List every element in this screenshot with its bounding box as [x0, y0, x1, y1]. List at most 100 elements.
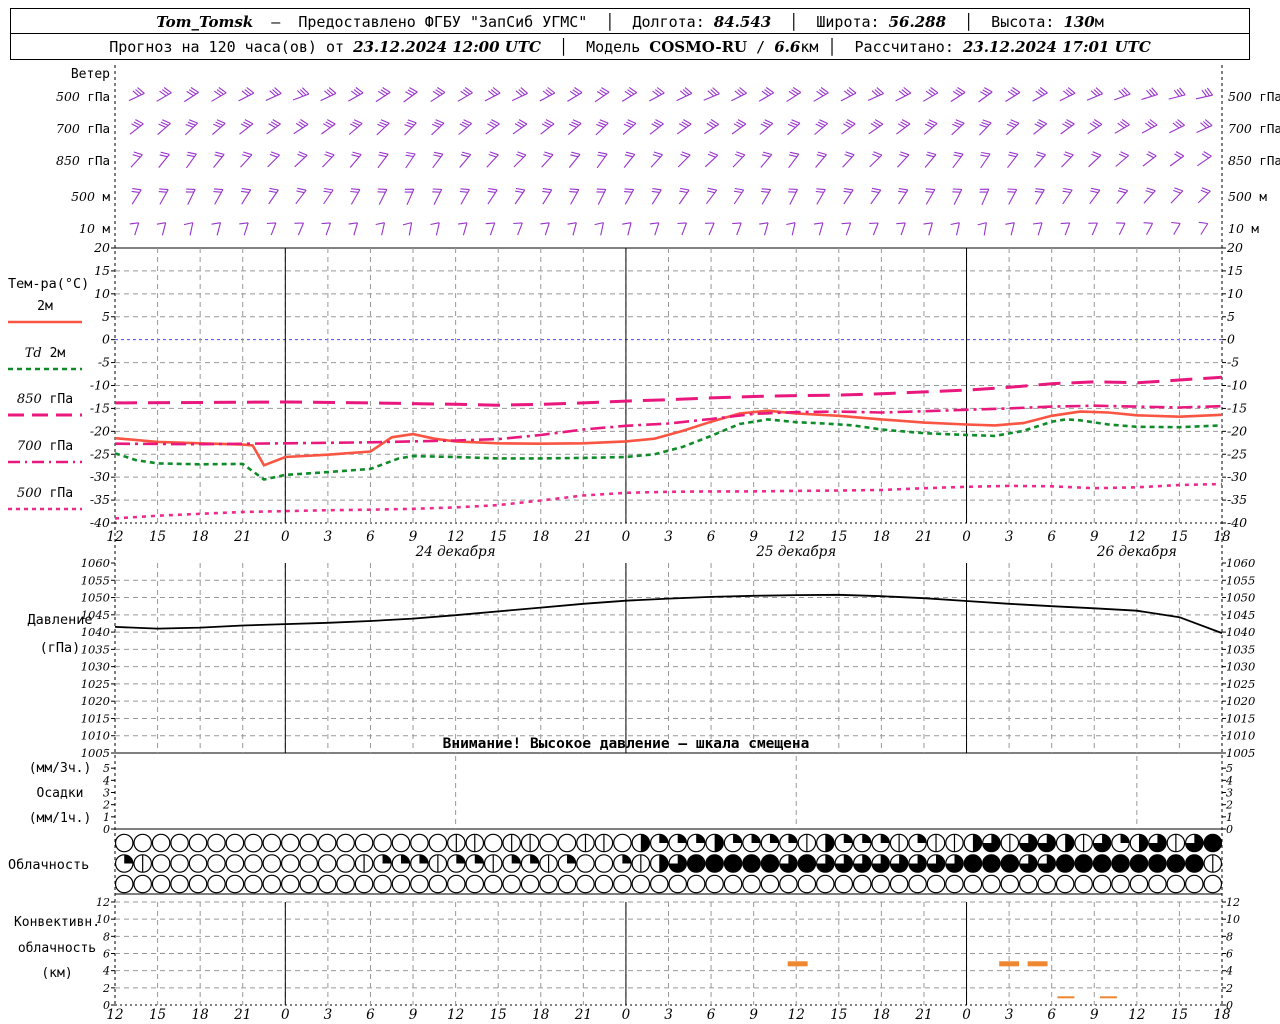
wind-barb: [432, 151, 444, 169]
convective-cloud-bar: [1057, 996, 1075, 999]
wind-barb: [295, 187, 307, 205]
cloud-cover-symbol: [945, 874, 964, 894]
convective-panel-label-2: облачность: [18, 941, 96, 956]
wind-panel-title: Ветер: [71, 67, 110, 82]
pressure-ytick-left: 1010: [81, 729, 110, 743]
wind-barb: [841, 222, 852, 236]
forecast-label: Прогноз на 120 часа(ов) от: [109, 37, 354, 56]
wind-barb: [158, 151, 170, 168]
cloud-symbol-row: [114, 854, 1223, 873]
cloud-cover-symbol: [797, 874, 817, 894]
cloud-cover-symbol: [1129, 854, 1149, 873]
wind-barb: [1141, 87, 1159, 101]
temp-ytick-left: -30: [90, 469, 110, 484]
bottom-xtick-label: 3: [324, 1007, 333, 1023]
cloud-cover-symbol: [723, 874, 743, 894]
wind-barb: [1007, 188, 1018, 205]
cloud-cover-symbol: [1111, 854, 1130, 873]
separator: │: [605, 12, 615, 31]
wind-barb: [348, 119, 363, 135]
bottom-xtick-label: 9: [409, 1007, 418, 1023]
bottom-xtick-label: 21: [914, 1007, 932, 1023]
wind-barb: [624, 188, 635, 205]
cloud-cover-symbol: [649, 874, 669, 894]
wind-barb: [1005, 222, 1015, 236]
wind-barb: [1086, 87, 1103, 101]
wind-barb: [157, 119, 171, 136]
temp-ytick-left: 15: [94, 263, 110, 278]
temp-xtick-label: 15: [490, 529, 507, 545]
cloud-cover-symbol: [225, 874, 245, 894]
temp-ytick-left: 20: [93, 240, 110, 255]
cloud-cover-symbol: [188, 833, 208, 853]
convective-ytick-right: 6: [1226, 948, 1233, 961]
wind-barb: [896, 151, 910, 168]
wind-barb: [211, 87, 227, 102]
wind-barb: [979, 119, 992, 136]
bottom-xtick-label: 18: [192, 1007, 210, 1023]
cloud-cover-symbol: [594, 874, 614, 894]
wind-barb: [512, 119, 528, 135]
bottom-xtick-label: 9: [749, 1007, 758, 1023]
legend-entry: Td 2м: [25, 346, 66, 361]
cloud-octa-fill: [825, 834, 834, 852]
station-name: Tom_Tomsk: [156, 12, 254, 31]
wind-barb: [952, 151, 964, 169]
wind-level-label-right: 10 м: [1228, 221, 1259, 236]
wind-barb: [678, 187, 690, 205]
wind-barb: [266, 119, 281, 135]
wind-barb: [1115, 151, 1130, 167]
temp-ytick-right: -5: [1227, 355, 1239, 370]
wind-barb: [238, 87, 255, 102]
cloud-octa-fill: [567, 854, 576, 864]
cloud-octa-fill: [862, 834, 871, 843]
wind-barb: [731, 119, 747, 135]
precip-ytick-right: 1: [1226, 811, 1233, 824]
cloud-cover-symbol: [613, 833, 632, 853]
wind-barb: [950, 222, 960, 236]
cloud-octa-fill: [1138, 834, 1148, 852]
precip-panel-label: Осадки: [37, 786, 84, 801]
wind-level-label-left: 850 гПа: [56, 153, 110, 168]
wind-barb: [650, 151, 663, 168]
cloud-cover-symbol: [280, 854, 300, 873]
wind-barb: [952, 188, 963, 205]
precip-unit-3h-label: (мм/3ч.): [29, 761, 92, 776]
wind-barb: [705, 222, 715, 236]
temp-xtick-label: 15: [830, 529, 847, 545]
cloud-cover-symbol: [852, 874, 872, 894]
wind-barb: [484, 87, 501, 102]
latitude-label: Широта:: [798, 12, 889, 31]
wind-barb: [377, 188, 388, 205]
pressure-ytick-left: 1035: [81, 642, 110, 656]
pressure-ytick-right: 1030: [1226, 660, 1255, 674]
cloud-cover-symbol: [1185, 874, 1204, 894]
wind-barb-row: [131, 187, 1211, 206]
wind-barb: [922, 87, 939, 102]
bottom-xtick-label: 0: [622, 1007, 631, 1023]
cloud-cover-symbol: [760, 854, 780, 873]
wind-barb: [321, 119, 336, 135]
cloud-cover-symbol: [262, 854, 282, 873]
temp-ytick-left: 10: [94, 286, 110, 301]
cloud-cover-symbol: [207, 833, 226, 853]
temp-xtick-label: 18: [532, 529, 550, 545]
cloud-cover-symbol: [982, 854, 1001, 873]
wind-barb: [513, 151, 527, 168]
cloud-cover-symbol: [280, 874, 300, 894]
bottom-xtick-label: 15: [490, 1007, 507, 1023]
cloud-cover-symbol: [1018, 874, 1038, 894]
wind-barb: [869, 151, 883, 168]
cloud-octa-fill: [788, 834, 798, 843]
wind-barb: [705, 187, 718, 205]
wind-barb: [1088, 151, 1102, 168]
cloud-cover-symbol: [1074, 874, 1093, 894]
wind-barb: [978, 87, 993, 103]
wind-barb: [622, 222, 632, 236]
wind-barb: [977, 222, 987, 236]
wind-barb: [128, 87, 145, 102]
temp-panel-title: Тем-ра(°C): [8, 276, 89, 292]
precip-ytick-left: 4: [102, 774, 110, 787]
wind-barb: [787, 119, 801, 136]
precip-ytick-left: 3: [103, 787, 110, 800]
